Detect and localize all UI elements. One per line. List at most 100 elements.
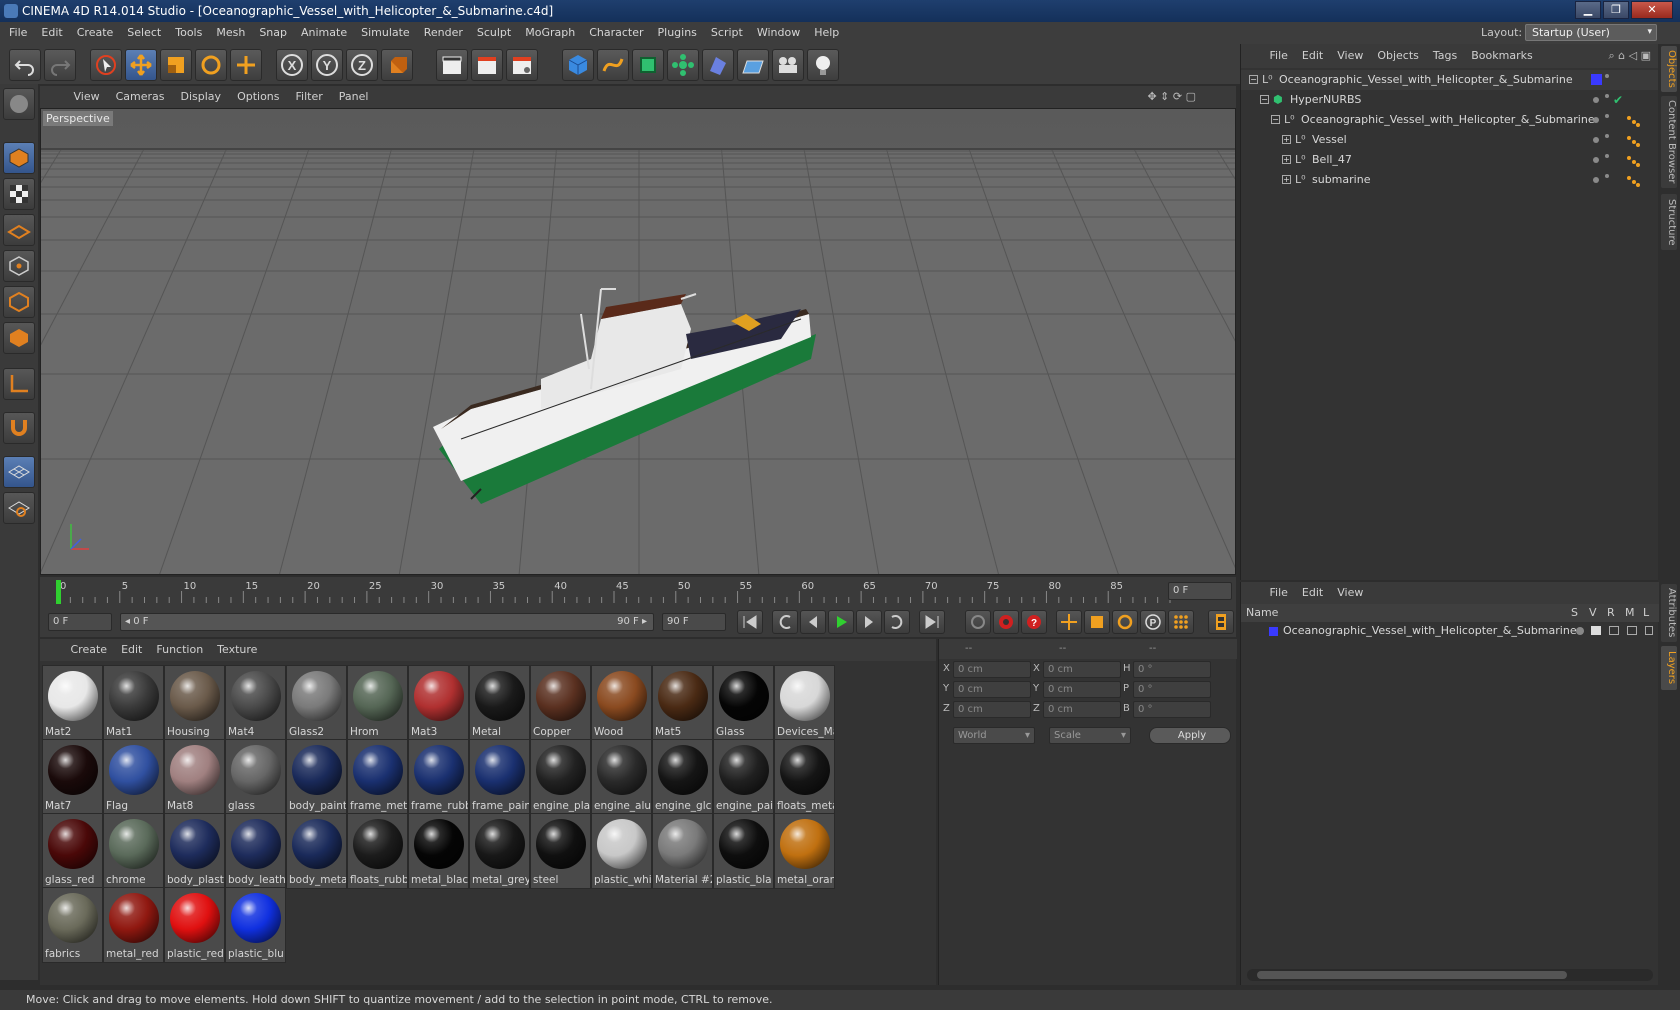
material-menu-texture[interactable]: Texture <box>210 639 264 661</box>
material-swatch[interactable]: chrome <box>103 813 164 889</box>
material-swatch[interactable]: engine_glc <box>652 739 713 815</box>
prev-key-button[interactable] <box>772 610 798 634</box>
coord-value-field[interactable]: 0 cm <box>953 661 1031 678</box>
layer-menu-view[interactable]: View <box>1330 582 1370 604</box>
expand-toggle-icon[interactable]: − <box>1260 95 1269 104</box>
layer-scrollbar[interactable] <box>1247 969 1653 981</box>
points-mode-button[interactable] <box>3 250 35 282</box>
menu-help[interactable]: Help <box>807 22 846 44</box>
object-row[interactable]: − L⁰ Oceanographic_Vessel_with_Helicopter_… <box>1241 110 1659 130</box>
redo-button[interactable] <box>44 49 76 81</box>
coord-value-field[interactable]: 0 cm <box>953 701 1031 718</box>
layer-col-r[interactable]: R <box>1607 604 1615 622</box>
material-swatch[interactable]: glass <box>225 739 286 815</box>
planar-workplane-button[interactable] <box>3 492 35 524</box>
viewport-menu-panel[interactable]: Panel <box>331 86 377 108</box>
material-swatch[interactable]: Mat2 <box>42 665 103 741</box>
layer-row[interactable]: Oceanographic_Vessel_with_Helicopter_&_S… <box>1241 622 1659 640</box>
render-visibility-dot[interactable] <box>1605 134 1609 138</box>
material-tag-icon[interactable] <box>1626 114 1640 127</box>
menu-file[interactable]: File <box>2 22 34 44</box>
material-swatch[interactable]: body_meta <box>286 813 347 889</box>
move-tool-button[interactable] <box>125 49 157 81</box>
expand-toggle-icon[interactable]: + <box>1282 155 1291 164</box>
object-menu-objects[interactable]: Objects <box>1370 44 1426 68</box>
editor-visibility-dot[interactable] <box>1593 177 1599 183</box>
material-swatch[interactable]: body_plast <box>164 813 225 889</box>
material-tag-icon[interactable] <box>1626 154 1640 167</box>
current-frame-field[interactable]: 0 F <box>48 613 112 631</box>
viewport-menu-view[interactable]: View <box>66 86 108 108</box>
editor-visibility-dot[interactable] <box>1593 157 1599 163</box>
play-button[interactable] <box>828 610 854 634</box>
expand-toggle-icon[interactable]: − <box>1249 75 1258 84</box>
z-axis-button[interactable]: Z <box>346 49 378 81</box>
object-menu-edit[interactable]: Edit <box>1295 44 1330 68</box>
live-selection-button[interactable] <box>90 49 122 81</box>
material-swatch[interactable]: Metal <box>469 665 530 741</box>
close-button[interactable]: ✕ <box>1631 1 1673 19</box>
menu-animate[interactable]: Animate <box>294 22 354 44</box>
material-swatch[interactable]: Glass <box>713 665 774 741</box>
material-swatch[interactable]: plastic_red <box>164 887 225 963</box>
material-swatch[interactable]: Mat1 <box>103 665 164 741</box>
coord-value-field[interactable]: 0 cm <box>953 681 1031 698</box>
material-swatch[interactable]: metal_red <box>103 887 164 963</box>
material-swatch[interactable]: floats_rubb <box>347 813 408 889</box>
layer-lock-icon[interactable] <box>1645 626 1653 635</box>
timeline-window-button[interactable] <box>1208 610 1234 634</box>
coord-value-field[interactable]: 0 cm <box>1043 701 1121 718</box>
material-swatch[interactable]: Hrom <box>347 665 408 741</box>
coord-value-field[interactable]: 0 ° <box>1133 661 1211 678</box>
layer-manager-icon[interactable] <box>1627 626 1637 635</box>
material-swatch[interactable]: body_leath <box>225 813 286 889</box>
model-mode-button[interactable] <box>3 142 35 174</box>
material-swatch[interactable]: frame_pain <box>469 739 530 815</box>
material-tag-icon[interactable] <box>1626 134 1640 147</box>
tab-structure[interactable]: Structure <box>1661 194 1677 250</box>
material-swatch[interactable]: glass_red <box>42 813 103 889</box>
cube-object-button[interactable] <box>562 49 594 81</box>
material-swatch[interactable]: metal_oran <box>774 813 835 889</box>
material-swatch[interactable]: Copper <box>530 665 591 741</box>
layout-select[interactable]: Startup (User) <box>1525 24 1657 41</box>
menu-plugins[interactable]: Plugins <box>651 22 704 44</box>
menu-tools[interactable]: Tools <box>168 22 209 44</box>
editor-visibility-dot[interactable] <box>1593 97 1599 103</box>
array-button[interactable] <box>667 49 699 81</box>
editor-visibility-dot[interactable] <box>1593 117 1599 123</box>
material-swatch[interactable]: engine_pai <box>713 739 774 815</box>
undo-button[interactable] <box>9 49 41 81</box>
floor-button[interactable] <box>737 49 769 81</box>
render-visibility-dot[interactable] <box>1605 114 1609 118</box>
material-swatch[interactable]: metal_blacl <box>408 813 469 889</box>
object-menu-bookmarks[interactable]: Bookmarks <box>1464 44 1539 68</box>
layer-visible-icon[interactable] <box>1591 626 1601 635</box>
material-swatch[interactable]: Mat7 <box>42 739 103 815</box>
size-mode-select[interactable]: Scale ▾ <box>1049 727 1131 744</box>
render-picture-viewer-button[interactable] <box>471 49 503 81</box>
material-swatch[interactable]: Mat5 <box>652 665 713 741</box>
maximize-button[interactable]: ❐ <box>1603 1 1629 19</box>
minimize-button[interactable]: ▁ <box>1575 1 1601 19</box>
workplane-lock-button[interactable] <box>3 456 35 488</box>
object-menu-tags[interactable]: Tags <box>1426 44 1464 68</box>
material-swatch[interactable]: Devices_Ma <box>774 665 835 741</box>
tab-attributes[interactable]: Attributes <box>1661 584 1677 642</box>
object-menu-file[interactable]: File <box>1263 44 1295 68</box>
timeline-end-field[interactable]: 0 F <box>1168 582 1232 600</box>
material-swatch[interactable]: body_paint <box>286 739 347 815</box>
spline-button[interactable] <box>597 49 629 81</box>
scale-tool-button[interactable] <box>160 49 192 81</box>
coordinate-system-button[interactable] <box>381 49 413 81</box>
menu-edit[interactable]: Edit <box>34 22 69 44</box>
layer-col-v[interactable]: V <box>1589 604 1597 622</box>
axis-mode-button[interactable] <box>3 368 35 400</box>
texture-mode-button[interactable] <box>3 178 35 210</box>
expand-toggle-icon[interactable]: − <box>1271 115 1280 124</box>
coord-value-field[interactable]: 0 cm <box>1043 681 1121 698</box>
max-frame-field[interactable]: 90 F <box>662 613 726 631</box>
layer-render-icon[interactable] <box>1609 626 1619 635</box>
layer-col-m[interactable]: M <box>1625 604 1635 622</box>
enabled-check-icon[interactable]: ✔ <box>1613 90 1623 110</box>
